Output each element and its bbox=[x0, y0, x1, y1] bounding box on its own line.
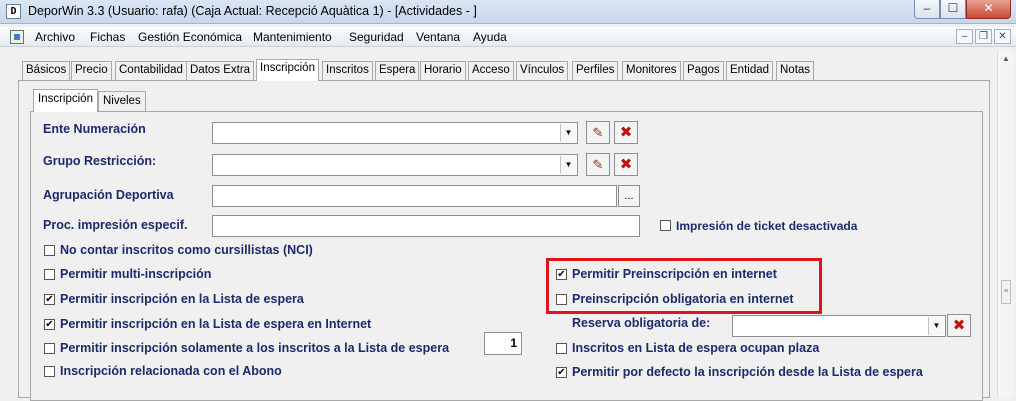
check-relacionada-abono[interactable] bbox=[44, 366, 55, 377]
menu-gestion-economica[interactable]: Gestión Económica bbox=[138, 30, 242, 44]
tab-inscritos[interactable]: Inscritos bbox=[322, 61, 373, 80]
check-relacionada-abono-label: Inscripción relacionada con el Abono bbox=[60, 364, 282, 378]
mdi-minimize-button[interactable]: – bbox=[956, 29, 973, 44]
check-lista-espera[interactable]: ✔ bbox=[44, 294, 55, 305]
reserva-obligatoria-delete-button[interactable]: ✖ bbox=[947, 314, 971, 337]
vertical-scrollbar[interactable]: ▲ ≡ bbox=[997, 50, 1014, 398]
window-title: DeporWin 3.3 (Usuario: rafa) (Caja Actua… bbox=[28, 4, 477, 18]
ente-numeracion-select[interactable]: ▼ bbox=[212, 122, 578, 144]
menu-ayuda[interactable]: Ayuda bbox=[473, 30, 507, 44]
tab-precio[interactable]: Precio bbox=[71, 61, 112, 80]
chevron-down-icon[interactable]: ▼ bbox=[560, 124, 576, 142]
tab-acceso[interactable]: Acceso bbox=[468, 61, 514, 80]
ente-numeracion-edit-button[interactable]: ✎ bbox=[586, 121, 610, 144]
check-preinscripcion-internet-label: Permitir Preinscripción en internet bbox=[572, 267, 777, 281]
check-multi-inscripcion[interactable] bbox=[44, 269, 55, 280]
tab-monitores[interactable]: Monitores bbox=[622, 61, 681, 80]
chevron-down-icon[interactable]: ▼ bbox=[560, 156, 576, 174]
check-preinscripcion-internet[interactable]: ✔ bbox=[556, 269, 567, 280]
proc-impresion-label: Proc. impresión especif. bbox=[43, 218, 188, 232]
agrupacion-deportiva-label: Agrupación Deportiva bbox=[43, 188, 174, 202]
proc-impresion-field[interactable] bbox=[212, 215, 640, 237]
check-multi-inscripcion-label: Permitir multi-inscripción bbox=[60, 267, 212, 281]
tab-vinculos[interactable]: Vínculos bbox=[516, 61, 569, 80]
ente-numeracion-delete-button[interactable]: ✖ bbox=[614, 121, 638, 144]
tab-notas[interactable]: Notas bbox=[776, 61, 815, 80]
menu-mantenimiento[interactable]: Mantenimiento bbox=[253, 30, 332, 44]
reserva-obligatoria-select[interactable]: ▼ bbox=[732, 315, 946, 337]
check-solo-inscritos-espera-label: Permitir inscripción solamente a los ins… bbox=[60, 341, 450, 355]
menu-bar: Archivo Fichas Gestión Económica Manteni… bbox=[0, 27, 1016, 47]
check-espera-ocupan-plaza-label: Inscritos en Lista de espera ocupan plaz… bbox=[572, 341, 820, 355]
check-nci-label: No contar inscritos como cursillistas (N… bbox=[60, 243, 313, 257]
tab-entidad[interactable]: Entidad bbox=[726, 61, 774, 80]
tab-strip-line bbox=[18, 80, 990, 81]
check-defecto-desde-espera-label: Permitir por defecto la inscripción desd… bbox=[572, 365, 923, 379]
spin-value-field[interactable]: 1 bbox=[484, 332, 522, 355]
grupo-restriccion-label: Grupo Restricción: bbox=[43, 154, 157, 168]
menu-archivo[interactable]: Archivo bbox=[35, 30, 75, 44]
check-solo-inscritos-espera[interactable] bbox=[44, 343, 55, 354]
mdi-close-button[interactable]: ✕ bbox=[994, 29, 1011, 44]
subtab-niveles[interactable]: Niveles bbox=[98, 91, 146, 111]
check-defecto-desde-espera[interactable]: ✔ bbox=[556, 367, 567, 378]
mdi-restore-button[interactable]: ❐ bbox=[975, 29, 992, 44]
agrupacion-deportiva-field[interactable] bbox=[212, 185, 617, 207]
tab-horario[interactable]: Horario bbox=[420, 61, 466, 80]
menu-ventana[interactable]: Ventana bbox=[416, 30, 460, 44]
check-preinscripcion-obligatoria-label: Preinscripción obligatoria en internet bbox=[572, 292, 794, 306]
tab-inscripcion[interactable]: Inscripción bbox=[256, 59, 319, 81]
check-nci[interactable] bbox=[44, 245, 55, 256]
tab-perfiles[interactable]: Perfiles bbox=[572, 61, 619, 80]
grupo-restriccion-select[interactable]: ▼ bbox=[212, 154, 578, 176]
check-preinscripcion-obligatoria[interactable] bbox=[556, 294, 567, 305]
agrupacion-browse-button[interactable]: ... bbox=[618, 185, 640, 207]
ente-numeracion-label: Ente Numeración bbox=[43, 122, 146, 136]
check-espera-ocupan-plaza[interactable] bbox=[556, 343, 567, 354]
check-lista-espera-label: Permitir inscripción en la Lista de espe… bbox=[60, 292, 304, 306]
subtab-inscripcion[interactable]: Inscripción bbox=[33, 89, 98, 112]
title-bar: D DeporWin 3.3 (Usuario: rafa) (Caja Act… bbox=[0, 0, 1016, 24]
menu-fichas[interactable]: Fichas bbox=[90, 30, 125, 44]
check-lista-espera-internet[interactable]: ✔ bbox=[44, 319, 55, 330]
reserva-obligatoria-label: Reserva obligatoria de: bbox=[572, 316, 711, 330]
tab-contabilidad[interactable]: Contabilidad bbox=[115, 61, 187, 80]
document-icon bbox=[10, 30, 24, 44]
window-minimize-button[interactable]: – bbox=[914, 0, 940, 19]
scroll-up-arrow-icon[interactable]: ▲ bbox=[998, 50, 1014, 67]
scroll-thumb[interactable]: ≡ bbox=[1001, 280, 1011, 304]
window-close-button[interactable]: ✕ bbox=[966, 0, 1011, 19]
check-lista-espera-internet-label: Permitir inscripción en la Lista de espe… bbox=[60, 317, 372, 331]
grupo-restriccion-delete-button[interactable]: ✖ bbox=[614, 153, 638, 176]
tab-espera[interactable]: Espera bbox=[375, 61, 420, 80]
tab-basicos[interactable]: Básicos bbox=[22, 61, 71, 80]
tab-datos-extra[interactable]: Datos Extra bbox=[186, 61, 255, 80]
window-maximize-button[interactable]: ☐ bbox=[940, 0, 966, 19]
grupo-restriccion-edit-button[interactable]: ✎ bbox=[586, 153, 610, 176]
tab-pagos[interactable]: Pagos bbox=[683, 61, 724, 80]
impresion-ticket-checkbox[interactable] bbox=[660, 220, 671, 231]
app-icon: D bbox=[6, 4, 21, 19]
chevron-down-icon[interactable]: ▼ bbox=[928, 317, 944, 335]
impresion-ticket-label: Impresión de ticket desactivada bbox=[676, 219, 858, 233]
menu-seguridad[interactable]: Seguridad bbox=[349, 30, 404, 44]
